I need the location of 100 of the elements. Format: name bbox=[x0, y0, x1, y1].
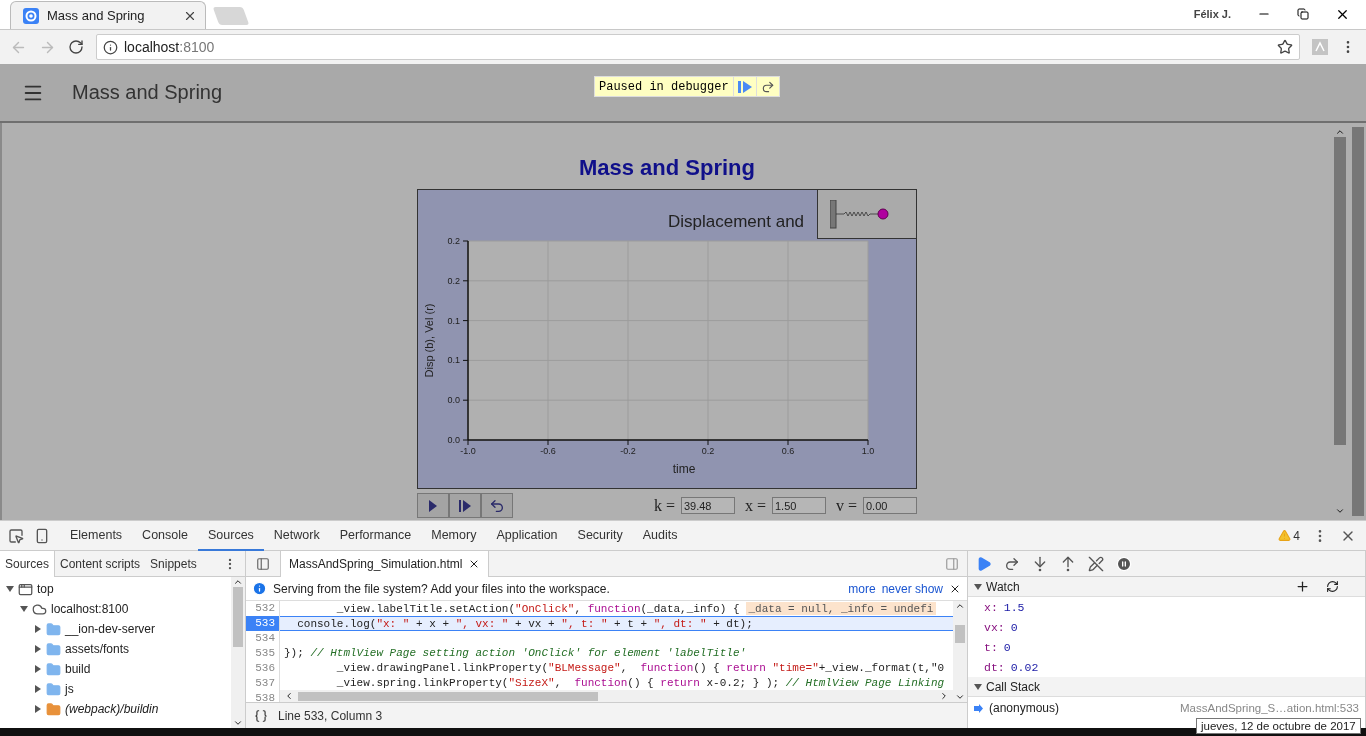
deactivate-breakpoints-icon[interactable] bbox=[1088, 555, 1104, 572]
scrollbar[interactable] bbox=[280, 690, 953, 702]
tree-item[interactable]: top bbox=[37, 582, 54, 596]
tree-item[interactable]: build bbox=[65, 662, 91, 676]
y-tick-label: 0.2 bbox=[447, 236, 460, 246]
step-over-icon[interactable] bbox=[1004, 555, 1020, 572]
x-tick-label: -1.0 bbox=[460, 446, 476, 456]
devtools-tab[interactable]: Security bbox=[567, 520, 633, 551]
code-line: console.log("x: " + x + ", vx: " + vx + ", t: " + t + ", dt: " + dt); bbox=[296, 617, 753, 630]
scroll-right-icon[interactable] bbox=[939, 691, 949, 702]
value-field[interactable]: 1.50 bbox=[771, 497, 826, 514]
tree-item[interactable]: assets/fonts bbox=[65, 642, 130, 656]
expanded-arrow-icon[interactable] bbox=[974, 682, 982, 691]
bookmark-star-icon[interactable] bbox=[1277, 39, 1293, 55]
frame-location[interactable]: MassAndSpring_S…ation.html:533 bbox=[1180, 702, 1359, 714]
line-number[interactable]: 536 bbox=[246, 661, 279, 676]
devtools-tab[interactable]: Memory bbox=[421, 520, 487, 551]
scroll-up-icon[interactable] bbox=[1335, 127, 1345, 137]
reset-button[interactable] bbox=[481, 493, 513, 518]
expanded-arrow-icon[interactable] bbox=[6, 585, 14, 593]
banner-text: Paused in debugger bbox=[598, 79, 730, 94]
field-label: x = bbox=[744, 496, 766, 515]
stack-frame[interactable]: (anonymous) bbox=[989, 701, 1060, 715]
step-out-icon[interactable] bbox=[1060, 555, 1076, 572]
inspect-icon[interactable] bbox=[8, 527, 24, 544]
add-icon[interactable] bbox=[1295, 579, 1310, 594]
scroll-up-icon[interactable] bbox=[955, 601, 965, 611]
line-number[interactable]: 538 bbox=[246, 691, 279, 702]
line-number[interactable]: 535 bbox=[246, 646, 279, 661]
collapsed-arrow-icon[interactable] bbox=[34, 645, 42, 653]
address-bar[interactable]: localhost:8100 bbox=[96, 34, 1300, 60]
expanded-arrow-icon[interactable] bbox=[20, 605, 28, 613]
devtools-tab[interactable]: Application bbox=[486, 520, 568, 551]
devtools-tab[interactable]: Console bbox=[132, 520, 198, 551]
value-field[interactable]: 39.48 bbox=[680, 497, 735, 514]
line-number[interactable]: 533 bbox=[246, 616, 279, 631]
browser-tab[interactable]: Mass and Spring bbox=[10, 1, 206, 29]
step-button[interactable] bbox=[449, 493, 481, 518]
scrollbar[interactable] bbox=[953, 601, 967, 702]
device-toolbar-icon[interactable] bbox=[34, 527, 50, 544]
scroll-down-icon[interactable] bbox=[1335, 506, 1345, 516]
warning-count[interactable]: 4 bbox=[1278, 528, 1300, 543]
watch-expression: t: 0 bbox=[984, 640, 1011, 654]
info-link[interactable]: more bbox=[848, 581, 876, 596]
watch-expression: dt: 0.02 bbox=[984, 660, 1039, 674]
toggle-navigator-icon[interactable] bbox=[256, 556, 270, 571]
tree-item[interactable]: __ion-dev-server bbox=[65, 622, 156, 636]
devtools-tab[interactable]: Network bbox=[263, 520, 330, 551]
info-icon bbox=[103, 39, 118, 55]
devtools-tab[interactable]: Elements bbox=[60, 520, 133, 551]
scroll-down-icon[interactable] bbox=[955, 692, 965, 702]
toggle-debugger-icon[interactable] bbox=[945, 556, 959, 571]
cloud-icon bbox=[32, 601, 47, 617]
collapsed-arrow-icon[interactable] bbox=[34, 685, 42, 693]
tab-title: Mass and Spring bbox=[47, 8, 146, 23]
tree-item[interactable]: (webpack)/buildin bbox=[65, 702, 159, 716]
line-number[interactable]: 534 bbox=[246, 631, 279, 646]
tree-item[interactable]: localhost:8100 bbox=[51, 602, 129, 616]
collapsed-arrow-icon[interactable] bbox=[34, 625, 42, 633]
info-icon bbox=[252, 581, 267, 596]
code-line: _view.spring.linkProperty("SizeX", function() { return x-0.2; } ); // HtmlView Page Linking bbox=[335, 676, 945, 690]
scroll-up-icon[interactable] bbox=[233, 577, 243, 587]
reload-icon[interactable] bbox=[68, 39, 84, 55]
devtools-tab[interactable]: Performance bbox=[329, 520, 422, 551]
pretty-print-icon[interactable] bbox=[254, 708, 268, 723]
scroll-thumb[interactable] bbox=[298, 691, 598, 701]
line-number[interactable]: 532 bbox=[246, 601, 279, 616]
pane-title[interactable]: Watch bbox=[986, 579, 1020, 594]
tree-item[interactable]: js bbox=[65, 682, 74, 696]
scroll-thumb[interactable] bbox=[1334, 137, 1346, 445]
play-button[interactable] bbox=[417, 493, 449, 518]
step-over-icon bbox=[760, 79, 775, 94]
value-field[interactable]: 0.00 bbox=[863, 497, 917, 514]
reset-icon bbox=[489, 497, 505, 514]
collapsed-arrow-icon[interactable] bbox=[34, 665, 42, 673]
file-tab[interactable]: MassAndSpring_Simulation.html bbox=[280, 551, 490, 577]
restore-icon[interactable] bbox=[1297, 8, 1309, 20]
folder-icon bbox=[46, 641, 61, 657]
scroll-left-icon[interactable] bbox=[284, 691, 294, 702]
scrollbar[interactable] bbox=[1332, 127, 1348, 516]
pane-title[interactable]: Call Stack bbox=[986, 679, 1041, 694]
expanded-arrow-icon[interactable] bbox=[974, 582, 982, 591]
info-link[interactable]: never show bbox=[881, 581, 943, 596]
resume-icon[interactable] bbox=[976, 555, 992, 572]
pause-on-exceptions-icon[interactable] bbox=[1116, 555, 1132, 572]
scroll-thumb[interactable] bbox=[955, 625, 965, 643]
navigator-tab[interactable]: Content scripts bbox=[55, 551, 146, 577]
scrollbar[interactable] bbox=[231, 577, 245, 728]
devtools-tab[interactable]: Audits bbox=[632, 520, 688, 551]
profile-name[interactable]: Félix J. bbox=[1193, 8, 1231, 20]
scroll-thumb[interactable] bbox=[233, 587, 243, 647]
navigator-tab[interactable]: Sources bbox=[0, 551, 56, 577]
navigator-tab[interactable]: Snippets bbox=[145, 551, 202, 577]
step-into-icon[interactable] bbox=[1032, 555, 1048, 572]
refresh-icon[interactable] bbox=[1326, 580, 1339, 593]
line-number[interactable]: 537 bbox=[246, 676, 279, 691]
app-title: Mass and Spring bbox=[72, 81, 223, 104]
scroll-down-icon[interactable] bbox=[233, 718, 243, 728]
spring-drawing bbox=[830, 200, 890, 230]
collapsed-arrow-icon[interactable] bbox=[34, 705, 42, 713]
